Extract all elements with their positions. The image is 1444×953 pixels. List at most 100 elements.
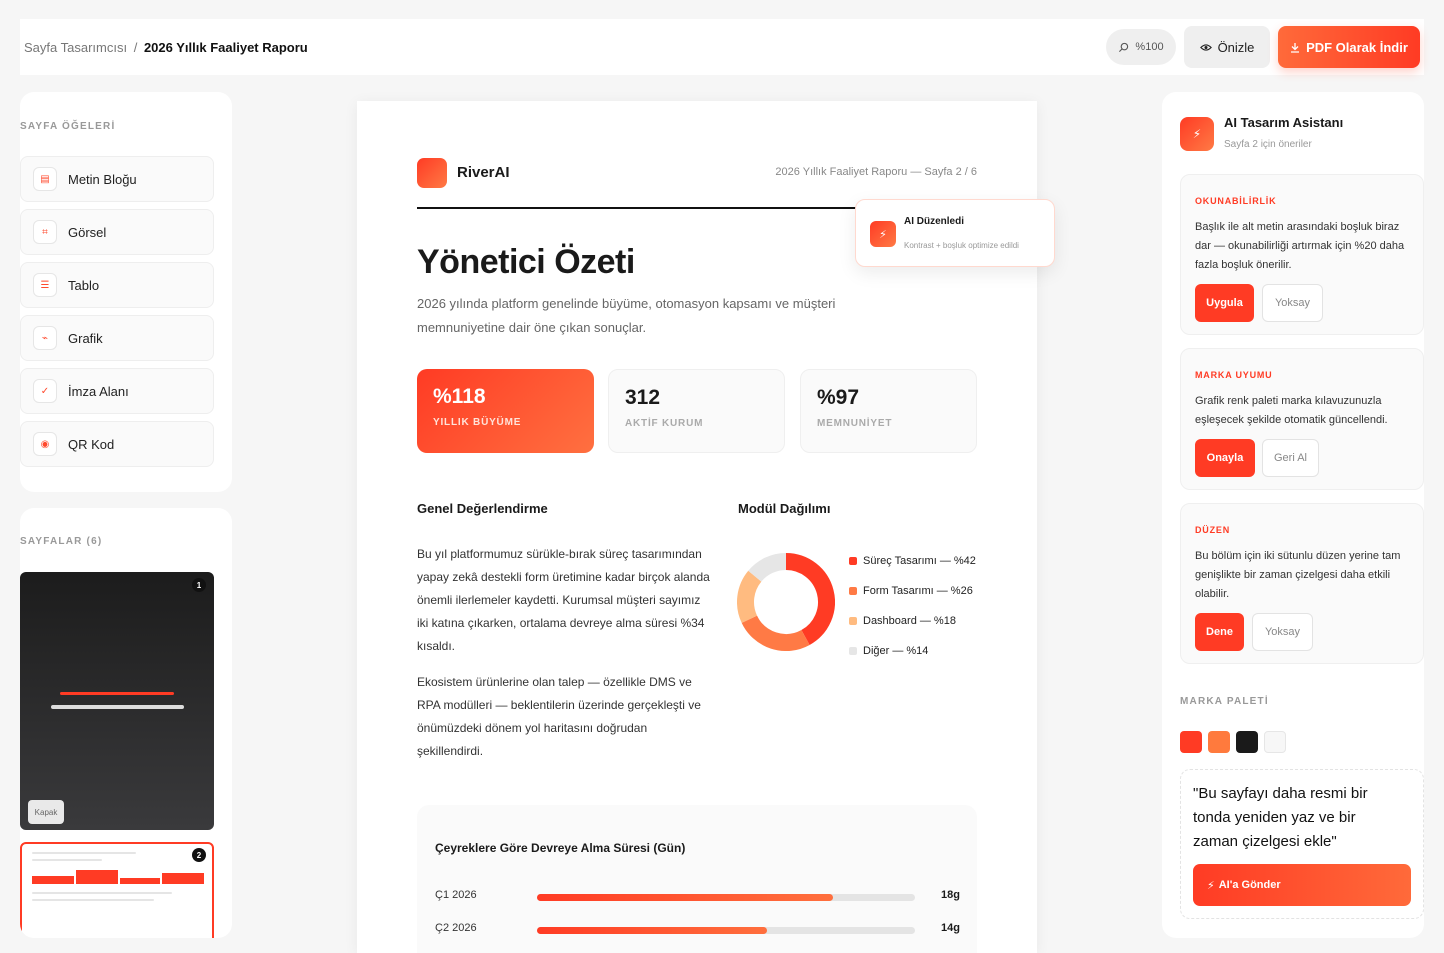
bar-fill[interactable] — [537, 894, 833, 901]
donut-legend: Süreç Tasarımı — %42 Form Tasarımı — %26 D… — [849, 546, 976, 666]
overview-paragraph-1[interactable]: Bu yıl platformumuz sürükle-bırak süreç … — [417, 543, 713, 658]
kpi-card-satisfaction[interactable]: %97 MEMNUNİYET — [800, 369, 977, 453]
ignore-button[interactable]: Yoksay — [1252, 613, 1313, 651]
suggestion-card-readability: OKUNABİLİRLİK Başlık ile alt metin arası… — [1180, 174, 1424, 335]
zoom-control[interactable]: %100 — [1106, 29, 1176, 65]
element-table[interactable]: ☰ Tablo — [20, 262, 214, 308]
brand-name: RiverAI — [457, 164, 510, 181]
suggestion-card-brand: MARKA UYUMU Grafik renk paleti marka kıl… — [1180, 348, 1424, 490]
donut-slice-2[interactable] — [741, 615, 810, 651]
palette-swatch[interactable] — [1180, 731, 1202, 753]
breadcrumb-parent[interactable]: Sayfa Tasarımcısı — [24, 40, 127, 55]
kpi-value: 312 — [625, 386, 661, 409]
preview-button[interactable]: Önizle — [1184, 26, 1270, 68]
bar-track — [537, 927, 915, 934]
approve-button[interactable]: Onayla — [1195, 439, 1255, 477]
prompt-text[interactable]: "Bu sayfayı daha resmi bir tonda yeniden… — [1193, 782, 1393, 854]
element-label: Görsel — [68, 224, 107, 240]
deployment-bar-chart[interactable]: Çeyreklere Göre Devreye Alma Süresi (Gün… — [417, 805, 977, 953]
document-meta: 2026 Yıllık Faaliyet Raporu — Sayfa 2 / … — [775, 166, 977, 178]
legend-swatch — [849, 587, 857, 595]
suggestion-kicker: DÜZEN — [1195, 525, 1230, 535]
ai-spark-icon: ⚡︎ — [1207, 879, 1215, 892]
donut-slice-3[interactable] — [737, 570, 762, 623]
element-signature[interactable]: ✓ İmza Alanı — [20, 368, 214, 414]
legend-swatch — [849, 647, 857, 655]
download-label: PDF Olarak İndir — [1306, 39, 1408, 55]
image-icon: ⌗ — [33, 220, 57, 244]
bar-category-label: Ç1 2026 — [435, 889, 477, 901]
bar-row: Ç1 2026 18g — [435, 889, 960, 905]
send-label: AI'a Gönder — [1218, 879, 1281, 891]
overview-heading[interactable]: Genel Değerlendirme — [417, 501, 548, 516]
preview-label: Önizle — [1217, 39, 1255, 55]
bar-track — [537, 894, 915, 901]
suggestion-text: Başlık ile alt metin arasındaki boşluk b… — [1195, 221, 1405, 271]
element-chart[interactable]: ⌁ Grafik — [20, 315, 214, 361]
suggestion-kicker: MARKA UYUMU — [1195, 370, 1273, 380]
element-text-block[interactable]: ▤ Metin Bloğu — [20, 156, 214, 202]
page-number-badge: 1 — [192, 578, 206, 592]
breadcrumb-separator: / — [133, 39, 138, 55]
page-thumbnail-2[interactable]: 2 — [20, 842, 214, 938]
eye-icon — [1199, 43, 1212, 51]
palette-swatch[interactable] — [1236, 731, 1258, 753]
element-label: İmza Alanı — [68, 383, 129, 399]
ai-spark-icon: ⚡︎ — [870, 221, 896, 247]
legend-item: Dashboard — %18 — [849, 606, 976, 636]
palette-swatch[interactable] — [1208, 731, 1230, 753]
module-donut-chart[interactable] — [737, 553, 835, 651]
ai-assistant-icon: ⚡︎ — [1180, 117, 1214, 151]
undo-button[interactable]: Geri Al — [1262, 439, 1319, 477]
chart-icon: ⌁ — [33, 326, 57, 350]
thumbnail-title-line — [51, 705, 184, 709]
kpi-label: AKTİF KURUM — [625, 418, 704, 429]
bar-fill[interactable] — [537, 927, 768, 934]
bar-value-label: 18g — [941, 889, 960, 901]
element-label: Metin Bloğu — [68, 171, 137, 187]
element-label: Tablo — [68, 277, 100, 293]
zoom-icon — [1119, 42, 1129, 52]
element-qr-code[interactable]: ◉ QR Kod — [20, 421, 214, 467]
text-block-icon: ▤ — [33, 167, 57, 191]
ai-edited-badge[interactable]: ⚡︎ AI Düzenledi Kontrast + boşluk optimi… — [855, 199, 1055, 267]
kpi-card-institutions[interactable]: 312 AKTİF KURUM — [608, 369, 785, 453]
zoom-value: %100 — [1135, 41, 1164, 53]
bar-category-label: Ç2 2026 — [435, 922, 477, 934]
download-pdf-button[interactable]: PDF Olarak İndir — [1278, 26, 1420, 68]
page-number-badge: 2 — [192, 848, 206, 862]
apply-button[interactable]: Uygula — [1195, 284, 1254, 322]
try-button[interactable]: Dene — [1195, 613, 1244, 651]
page-subtitle[interactable]: 2026 yılında platform genelinde büyüme, … — [417, 292, 887, 340]
thumbnail-accent-line — [60, 692, 174, 695]
legend-label: Dashboard — %18 — [863, 615, 956, 627]
ignore-button[interactable]: Yoksay — [1262, 284, 1323, 322]
palette-swatch[interactable] — [1264, 731, 1286, 753]
kpi-label: MEMNUNİYET — [817, 418, 893, 429]
ai-badge-subtitle: Kontrast + boşluk optimize edildi — [904, 241, 1019, 250]
suggestion-kicker: OKUNABİLİRLİK — [1195, 196, 1277, 206]
legend-item: Süreç Tasarımı — %42 — [849, 546, 976, 576]
legend-label: Süreç Tasarımı — %42 — [863, 555, 976, 567]
signature-icon: ✓ — [33, 379, 57, 403]
element-label: QR Kod — [68, 436, 115, 452]
ai-prompt-box[interactable]: "Bu sayfayı daha resmi bir tonda yeniden… — [1180, 769, 1424, 919]
suggestion-text: Grafik renk paleti marka kılavuzunuzla e… — [1195, 395, 1388, 426]
legend-swatch — [849, 557, 857, 565]
overview-paragraph-2[interactable]: Ekosistem ürünlerine olan talep — özelli… — [417, 671, 713, 763]
ai-badge-title: AI Düzenledi — [904, 216, 965, 227]
kpi-card-growth[interactable]: %118 YILLIK BÜYÜME — [417, 369, 594, 453]
page-title[interactable]: Yönetici Özeti — [417, 243, 635, 282]
page-thumbnail-1[interactable]: 1 Kapak — [20, 572, 214, 830]
donut-slice-1[interactable] — [785, 553, 835, 645]
kpi-value: %97 — [817, 386, 860, 409]
element-image[interactable]: ⌗ Görsel — [20, 209, 214, 255]
send-to-ai-button[interactable]: ⚡︎ AI'a Gönder — [1193, 864, 1411, 906]
legend-item: Form Tasarımı — %26 — [849, 576, 976, 606]
breadcrumb-current: 2026 Yıllık Faaliyet Raporu — [143, 39, 308, 55]
donut-slice-4[interactable] — [748, 553, 787, 582]
brand-logo — [417, 158, 447, 188]
module-heading[interactable]: Modül Dağılımı — [738, 501, 830, 516]
page-tag: Kapak — [28, 800, 64, 824]
legend-label: Diğer — %14 — [863, 645, 929, 657]
